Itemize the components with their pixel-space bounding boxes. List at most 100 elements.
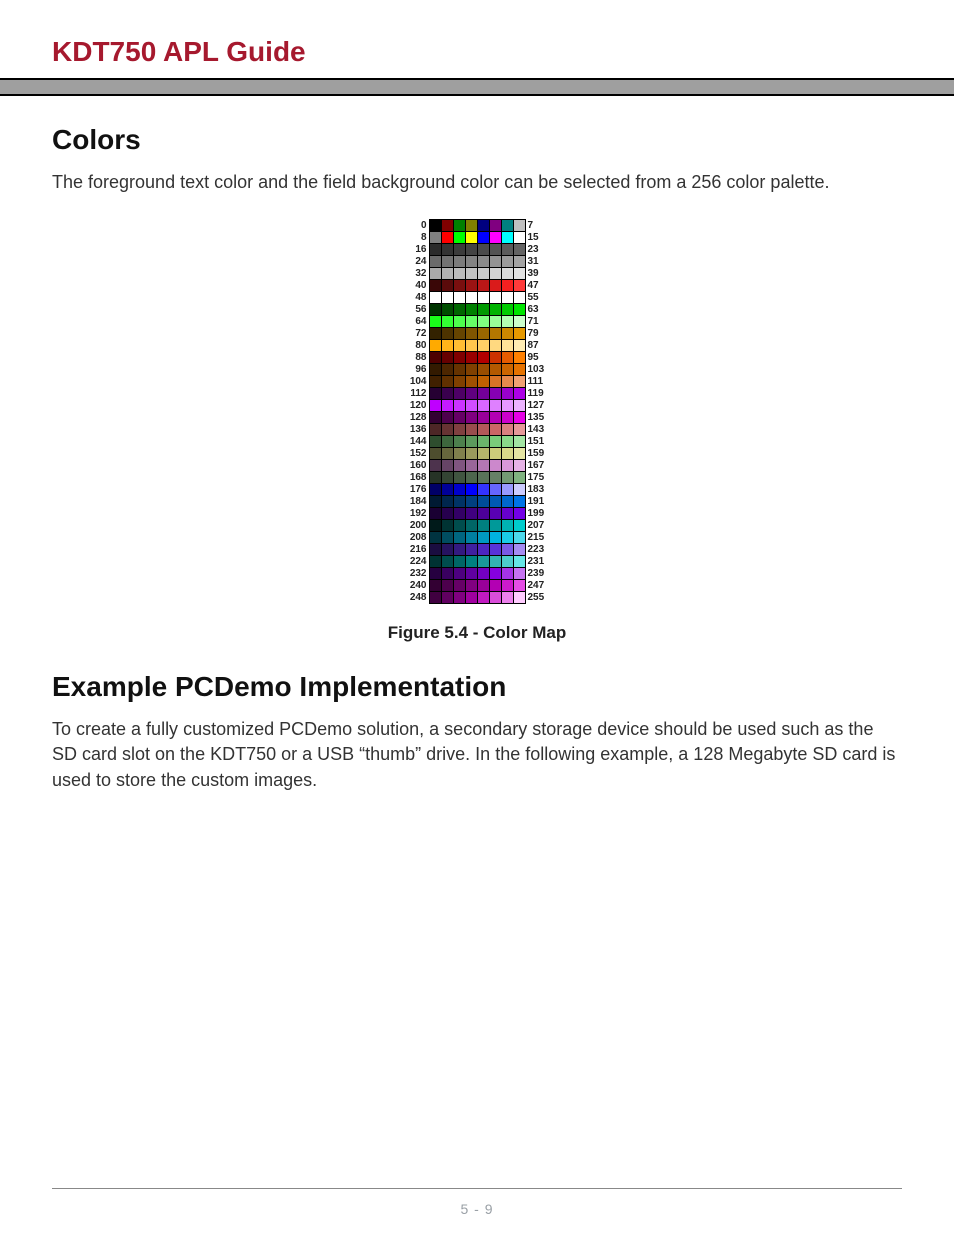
color-swatch: [501, 568, 513, 580]
color-swatch: [465, 304, 477, 316]
color-row-label-right: 143: [525, 424, 544, 436]
color-row-label-right: 207: [525, 520, 544, 532]
color-swatch: [441, 424, 453, 436]
color-row-label-left: 8: [410, 232, 429, 244]
color-swatch: [489, 376, 501, 388]
color-swatch: [489, 568, 501, 580]
color-swatch: [429, 544, 441, 556]
color-swatch: [465, 388, 477, 400]
color-swatch: [429, 496, 441, 508]
color-swatch: [465, 436, 477, 448]
color-swatch: [429, 484, 441, 496]
color-swatch: [501, 556, 513, 568]
color-swatch: [513, 580, 525, 592]
color-row-label-right: 127: [525, 400, 544, 412]
color-swatch: [501, 292, 513, 304]
color-swatch: [477, 424, 489, 436]
color-swatch: [441, 568, 453, 580]
color-swatch: [513, 364, 525, 376]
color-swatch: [513, 508, 525, 520]
color-swatch: [501, 460, 513, 472]
color-row-label-left: 240: [410, 580, 429, 592]
color-row-label-left: 88: [410, 352, 429, 364]
color-row-label-left: 208: [410, 532, 429, 544]
color-swatch: [513, 472, 525, 484]
color-row-label-right: 167: [525, 460, 544, 472]
color-swatch: [441, 268, 453, 280]
color-row-label-left: 248: [410, 592, 429, 604]
color-swatch: [501, 328, 513, 340]
color-swatch: [465, 220, 477, 232]
color-swatch: [501, 424, 513, 436]
color-swatch: [453, 448, 465, 460]
color-swatch: [489, 280, 501, 292]
color-swatch: [429, 412, 441, 424]
color-swatch: [501, 520, 513, 532]
color-swatch: [489, 352, 501, 364]
color-swatch: [489, 400, 501, 412]
color-swatch: [513, 328, 525, 340]
color-swatch: [477, 436, 489, 448]
color-swatch: [453, 376, 465, 388]
color-swatch: [513, 532, 525, 544]
color-swatch: [489, 316, 501, 328]
color-swatch: [513, 412, 525, 424]
color-swatch: [513, 316, 525, 328]
colors-paragraph: The foreground text color and the field …: [52, 170, 902, 195]
color-swatch: [489, 496, 501, 508]
color-swatch: [441, 556, 453, 568]
color-row-label-left: 232: [410, 568, 429, 580]
color-row-label-left: 32: [410, 268, 429, 280]
color-row-label-left: 128: [410, 412, 429, 424]
color-swatch: [429, 388, 441, 400]
color-swatch: [489, 484, 501, 496]
color-swatch: [513, 256, 525, 268]
color-row-label-left: 96: [410, 364, 429, 376]
color-swatch: [513, 340, 525, 352]
color-row-label-right: 63: [525, 304, 544, 316]
color-swatch: [465, 328, 477, 340]
color-row-label-left: 200: [410, 520, 429, 532]
color-row-label-left: 120: [410, 400, 429, 412]
color-swatch: [465, 508, 477, 520]
color-swatch: [477, 532, 489, 544]
color-row-label-left: 160: [410, 460, 429, 472]
color-swatch: [441, 484, 453, 496]
color-swatch: [429, 232, 441, 244]
color-swatch: [489, 448, 501, 460]
color-swatch: [441, 460, 453, 472]
color-row-label-right: 47: [525, 280, 544, 292]
color-swatch: [513, 448, 525, 460]
color-swatch: [513, 460, 525, 472]
color-swatch: [453, 412, 465, 424]
color-swatch: [453, 472, 465, 484]
color-swatch: [513, 424, 525, 436]
color-swatch: [489, 412, 501, 424]
color-swatch: [501, 544, 513, 556]
color-swatch: [453, 568, 465, 580]
color-swatch: [465, 460, 477, 472]
color-swatch: [465, 244, 477, 256]
color-swatch: [501, 244, 513, 256]
color-swatch: [441, 328, 453, 340]
color-swatch: [513, 232, 525, 244]
page-number: 5 - 9: [0, 1201, 954, 1217]
color-swatch: [453, 520, 465, 532]
color-swatch: [501, 304, 513, 316]
color-swatch: [489, 460, 501, 472]
color-swatch: [477, 568, 489, 580]
color-swatch: [441, 472, 453, 484]
color-swatch: [489, 424, 501, 436]
color-swatch: [489, 244, 501, 256]
color-row-label-right: 55: [525, 292, 544, 304]
figure-color-map: 0781516232431323940474855566364717279808…: [52, 215, 902, 643]
color-swatch: [489, 436, 501, 448]
color-swatch: [429, 592, 441, 604]
color-swatch: [465, 340, 477, 352]
color-swatch: [501, 400, 513, 412]
color-swatch: [441, 364, 453, 376]
color-swatch: [441, 496, 453, 508]
color-swatch: [453, 220, 465, 232]
color-row-label-right: 215: [525, 532, 544, 544]
color-swatch: [489, 544, 501, 556]
